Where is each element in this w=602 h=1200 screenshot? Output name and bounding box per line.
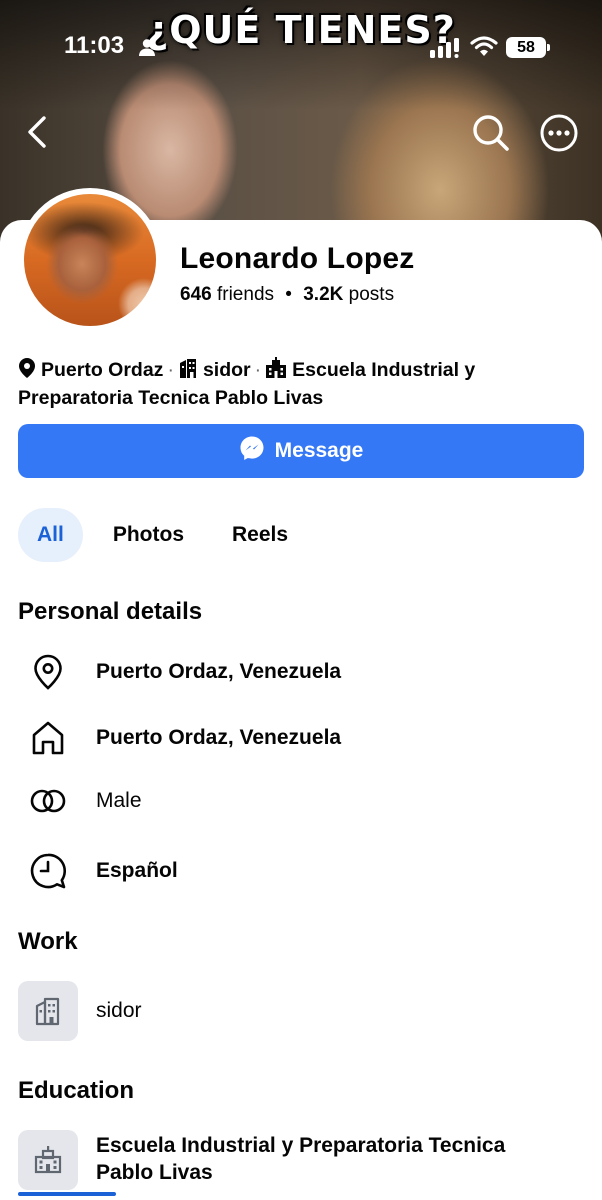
tab-all[interactable]: All bbox=[18, 508, 83, 562]
back-chevron-icon[interactable] bbox=[20, 112, 56, 152]
person-icon bbox=[138, 38, 156, 61]
profile-stats: 646 friends • 3.2K posts bbox=[180, 284, 394, 306]
detail-text: Puerto Ordaz, Venezuela bbox=[96, 726, 342, 749]
intro-location: Puerto Ordaz bbox=[41, 359, 164, 381]
location-pin-icon bbox=[18, 654, 78, 690]
intro-work: sidor bbox=[202, 359, 251, 381]
language-bubble-icon bbox=[18, 852, 78, 890]
avatar[interactable] bbox=[18, 188, 162, 332]
detail-row-gender[interactable]: Male bbox=[18, 786, 584, 816]
signal-icon bbox=[430, 38, 462, 63]
building-icon bbox=[18, 981, 78, 1041]
section-title-work: Work bbox=[18, 928, 78, 955]
profile-tabs: All Photos Reels bbox=[18, 508, 318, 562]
work-row-sidor[interactable]: sidor bbox=[18, 981, 584, 1041]
battery-icon: 58 bbox=[506, 37, 550, 58]
section-title-personal-details: Personal details bbox=[18, 598, 203, 625]
detail-row-hometown[interactable]: Puerto Ordaz, Venezuela bbox=[18, 720, 584, 756]
tab-photos[interactable]: Photos bbox=[95, 508, 202, 562]
gender-rings-icon bbox=[18, 786, 78, 816]
intro-dot: · bbox=[167, 359, 174, 381]
scroll-indicator bbox=[18, 1192, 116, 1196]
intro-summary: Puerto Ordaz · sidor · Escuela Industrial … bbox=[18, 357, 584, 411]
home-icon bbox=[18, 720, 78, 756]
wifi-icon bbox=[470, 35, 498, 62]
intro-dot: · bbox=[254, 359, 262, 381]
posts-label: posts bbox=[348, 284, 395, 305]
location-pin-icon bbox=[18, 357, 36, 386]
more-options-icon[interactable] bbox=[538, 112, 580, 154]
status-time: 11:03 bbox=[64, 32, 125, 59]
detail-text: Male bbox=[96, 789, 142, 812]
profile-name: Leonardo Lopez bbox=[180, 242, 415, 275]
school-icon bbox=[265, 357, 287, 386]
school-icon bbox=[18, 1130, 78, 1190]
tab-reels[interactable]: Reels bbox=[214, 508, 306, 562]
search-icon[interactable] bbox=[470, 112, 512, 154]
work-text: sidor bbox=[96, 999, 142, 1022]
message-button-label: Message bbox=[274, 439, 364, 462]
detail-text: Puerto Ordaz, Venezuela bbox=[96, 660, 342, 683]
detail-row-language[interactable]: Español bbox=[18, 852, 584, 890]
detail-text: Español bbox=[96, 859, 178, 882]
friends-label[interactable]: friends bbox=[217, 284, 274, 305]
detail-row-current-city[interactable]: Puerto Ordaz, Venezuela bbox=[18, 654, 584, 690]
education-row-school[interactable]: Escuela Industrial y Preparatoria Tecnic… bbox=[18, 1130, 584, 1190]
building-icon bbox=[178, 357, 198, 386]
stats-separator: • bbox=[285, 284, 292, 305]
status-bar: 11:03 58 bbox=[0, 0, 602, 90]
friends-count[interactable]: 646 bbox=[180, 284, 212, 305]
section-title-education: Education bbox=[18, 1077, 135, 1104]
posts-count: 3.2K bbox=[303, 284, 344, 305]
messenger-icon bbox=[239, 435, 265, 467]
message-button[interactable]: Message bbox=[18, 424, 584, 478]
education-text: Escuela Industrial y Preparatoria Tecnic… bbox=[96, 1134, 506, 1184]
